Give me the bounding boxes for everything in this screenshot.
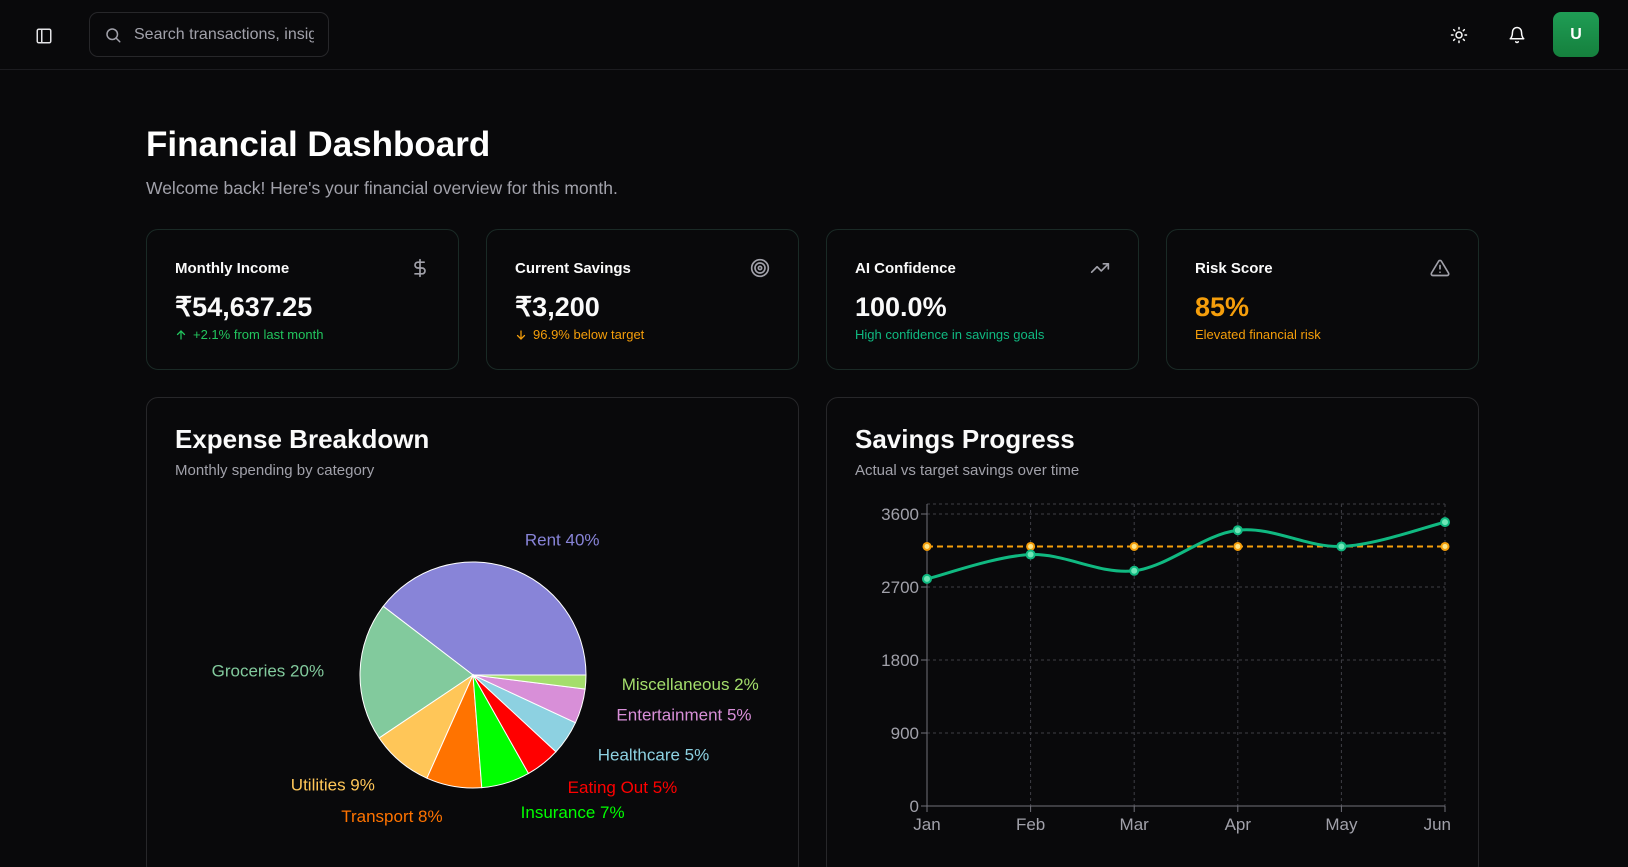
x-tick-label: Apr xyxy=(1225,815,1252,834)
stat-label: Risk Score xyxy=(1195,260,1273,277)
x-tick-label: Jan xyxy=(913,815,940,834)
actual-data-point[interactable] xyxy=(1025,549,1036,560)
stat-value: 85% xyxy=(1195,292,1250,322)
page-subtitle: Welcome back! Here's your financial over… xyxy=(146,178,618,198)
pie-label: Transport 8% xyxy=(341,807,442,826)
actual-data-point[interactable] xyxy=(1440,517,1450,528)
pie-label: Rent 40% xyxy=(525,531,600,550)
y-tick-label: 1800 xyxy=(881,651,919,670)
stat-note: Elevated financial risk xyxy=(1195,327,1321,342)
bell-icon xyxy=(1509,26,1525,44)
target-data-point[interactable] xyxy=(1026,541,1036,551)
stat-label: AI Confidence xyxy=(855,260,956,277)
search-input[interactable] xyxy=(134,25,314,44)
stat-label: Current Savings xyxy=(515,260,631,277)
stat-note: High confidence in savings goals xyxy=(855,327,1044,342)
stat-value: ₹3,200 xyxy=(515,292,600,322)
y-tick-label: 900 xyxy=(891,724,919,743)
sidebar-toggle-button[interactable] xyxy=(30,22,58,50)
y-tick-label: 2700 xyxy=(881,578,919,597)
y-tick-label: 0 xyxy=(910,797,919,816)
theme-toggle-button[interactable] xyxy=(1444,20,1474,50)
target-data-point[interactable] xyxy=(1233,541,1243,551)
dollar-icon xyxy=(414,258,426,278)
stat-note: +2.1% from last month xyxy=(175,327,323,342)
y-tick-label: 3600 xyxy=(881,505,919,524)
alert-triangle-icon xyxy=(1430,259,1450,277)
ai-confidence-card: AI Confidence 100.0% High confidence in … xyxy=(826,229,1139,370)
actual-series-line xyxy=(926,520,1446,581)
target-data-point[interactable] xyxy=(1440,541,1450,551)
x-tick-label: Jun xyxy=(1424,815,1451,834)
actual-data-point[interactable] xyxy=(1336,541,1347,552)
trending-up-icon xyxy=(1090,263,1110,273)
x-tick-label: Mar xyxy=(1120,815,1150,834)
stat-note: 96.9% below target xyxy=(515,327,644,342)
stat-note-text: High confidence in savings goals xyxy=(855,327,1045,342)
savings-line-chart: 0 900 1800 2700 3600 Jan Feb Mar Apr May Jun xyxy=(881,503,1451,834)
sidebar-icon xyxy=(36,28,52,44)
savings-progress-panel: Savings Progress Actual vs target saving… xyxy=(826,397,1479,867)
actual-data-point[interactable] xyxy=(922,573,932,584)
monthly-income-card: Monthly Income ₹54,637.25 +2.1% from las… xyxy=(146,229,459,370)
search-icon xyxy=(106,27,121,42)
actual-data-point[interactable] xyxy=(1232,525,1243,536)
current-savings-card: Current Savings ₹3,200 96.9% below targe… xyxy=(486,229,799,370)
target-data-point[interactable] xyxy=(922,541,932,551)
target-icon xyxy=(750,258,770,278)
stat-value: ₹54,637.25 xyxy=(175,292,313,322)
arrow-down-icon xyxy=(516,329,526,340)
risk-score-card: Risk Score 85% Elevated financial risk xyxy=(1166,229,1479,370)
notifications-button[interactable] xyxy=(1502,20,1532,50)
top-bar: U xyxy=(0,0,1628,70)
arrow-up-icon xyxy=(176,329,186,340)
stat-note-text: Elevated financial risk xyxy=(1195,327,1321,342)
stat-label: Monthly Income xyxy=(175,260,290,277)
stat-note-text: 96.9% below target xyxy=(533,327,645,342)
pie-label: Eating Out 5% xyxy=(568,778,678,797)
pie-label: Utilities 9% xyxy=(291,775,375,794)
stat-value: 100.0% xyxy=(855,292,947,322)
pie-label: Miscellaneous 2% xyxy=(622,675,759,694)
x-tick-label: May xyxy=(1325,815,1358,834)
pie-label: Insurance 7% xyxy=(521,803,625,822)
actual-data-point[interactable] xyxy=(1129,565,1140,576)
x-tick-label: Feb xyxy=(1016,815,1045,834)
sun-icon xyxy=(1450,26,1468,44)
stat-note-text: +2.1% from last month xyxy=(193,327,324,342)
pie-label: Healthcare 5% xyxy=(598,746,710,765)
expense-breakdown-panel: Expense Breakdown Monthly spending by ca… xyxy=(146,397,799,867)
target-data-point[interactable] xyxy=(1129,541,1139,551)
page-title: Financial Dashboard xyxy=(146,125,491,164)
pie-label: Entertainment 5% xyxy=(616,706,751,725)
pie-label: Groceries 20% xyxy=(212,662,324,681)
user-avatar[interactable]: U xyxy=(1553,12,1599,57)
search-box[interactable] xyxy=(89,12,329,57)
expense-pie-chart: Rent 40% Groceries 20% Utilities 9% Transpo… xyxy=(212,531,759,826)
